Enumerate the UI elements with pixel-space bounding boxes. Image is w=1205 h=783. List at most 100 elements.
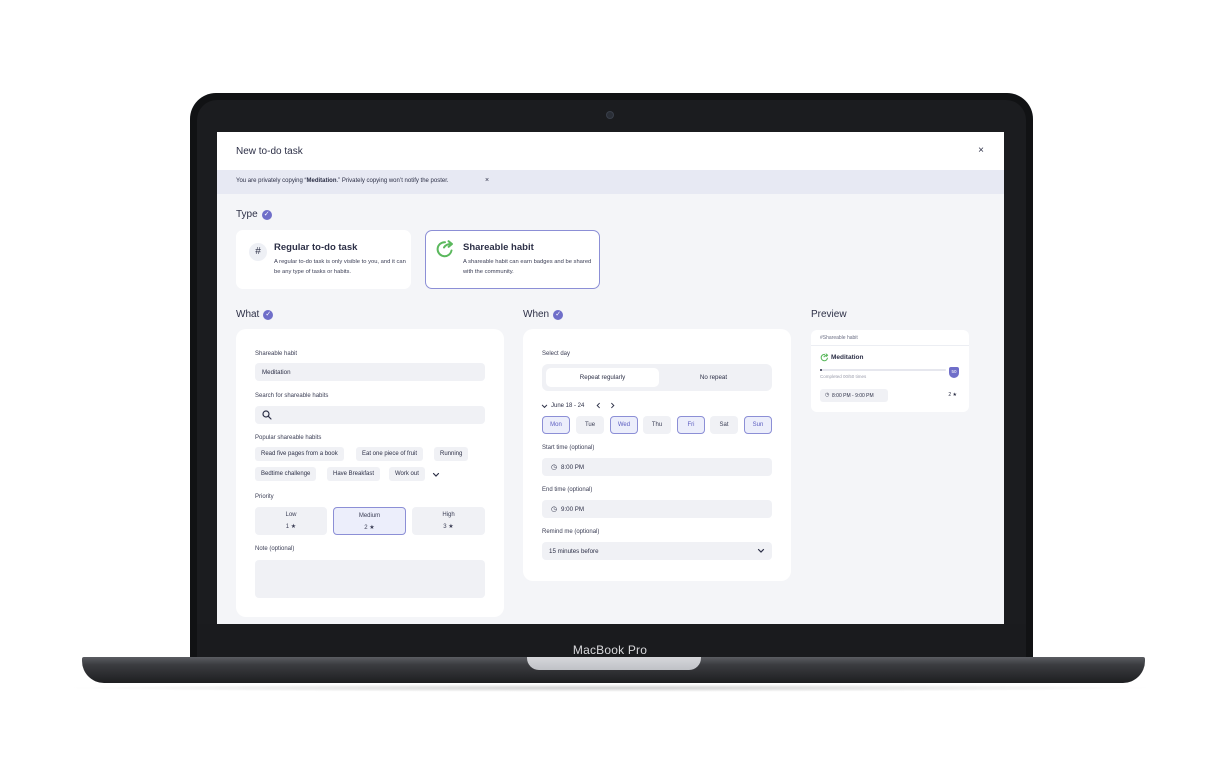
priority-label-text: High [442,512,455,518]
priority-low[interactable]: Low 1 ★ [255,507,327,535]
what-label-text: What [236,309,260,320]
clock-icon: ◷ [551,506,558,513]
note-label: Note (optional) [255,546,295,552]
repeat-regularly-option[interactable]: Repeat regularly [546,368,659,387]
no-repeat-option[interactable]: No repeat [659,368,768,387]
note-textarea[interactable] [255,560,485,598]
select-day-label: Select day [542,351,571,357]
repeat-toggle: Repeat regularly No repeat [542,364,772,391]
what-panel: Shareable habit Meditation Search for sh… [236,329,504,617]
badge-icon: 50 [949,367,959,378]
type-option-description: A regular to-do task is only visible to … [274,259,406,275]
popular-habit-chip[interactable]: Bedtime challenge [255,467,317,481]
type-option-shareable[interactable]: Shareable habit A shareable habit can ea… [425,230,600,289]
when-label-text: When [523,309,550,320]
priority-high[interactable]: High 3 ★ [412,507,485,535]
notice-suffix: .” Privately copying won’t notify the po… [336,178,449,184]
hash-icon: # [249,243,267,261]
habit-name-value: Meditation [262,369,291,376]
chevron-down-icon[interactable] [432,471,440,479]
notice-prefix: You are privately copying “ [236,178,307,184]
chevron-down-icon[interactable] [541,403,548,410]
start-time-label: Start time (optional) [542,445,595,451]
share-arrow-icon [436,240,453,258]
end-time-field[interactable]: ◷ 9:00 PM [542,500,772,518]
laptop-shadow [60,684,1160,692]
preview-card: #Shareable habit Meditation Completed 00… [811,330,969,412]
badge-value: 50 [951,369,957,374]
chevron-left-icon[interactable] [595,402,602,409]
search-label: Search for shareable habits [255,393,329,399]
start-time-value: 8:00 PM [561,464,585,471]
search-icon [262,410,272,420]
priority-stars: 1 ★ [285,524,297,530]
screen: New to-do task × You are privately copyi… [217,132,1004,624]
type-section-label: Type ✓ [236,209,272,220]
preview-tag: #Shareable habit [820,335,858,341]
camera-icon [607,112,613,118]
progress-fill [820,369,822,371]
priority-label: Priority [255,494,274,500]
habit-field-label: Shareable habit [255,351,298,357]
close-icon[interactable]: × [978,145,984,156]
divider [811,345,969,346]
dialog-header: New to-do task × [217,132,1004,170]
day-tue[interactable]: Tue [576,416,604,434]
share-arrow-icon [820,353,829,362]
copy-notice-banner: You are privately copying “Meditation.” … [217,170,1004,194]
day-sat[interactable]: Sat [710,416,738,434]
day-thu[interactable]: Thu [643,416,671,434]
notice-habit-name: Meditation [306,178,337,184]
device-brand-label: MacBook Pro [572,643,648,657]
when-section-label: When ✓ [523,309,564,320]
end-time-label: End time (optional) [542,487,593,493]
progress-text: Completed 00/50 times [820,374,867,379]
notice-text: You are privately copying “Meditation.” … [236,178,449,184]
progress-track [820,369,946,371]
notice-close-icon[interactable]: × [485,177,489,184]
dialog-title: New to-do task [236,146,303,157]
check-icon: ✓ [553,310,564,320]
habit-name-field[interactable]: Meditation [255,363,485,381]
type-option-title: Shareable habit [463,242,534,253]
priority-label-text: Medium [358,513,381,519]
clock-icon: ◷ [825,392,830,398]
preview-stars: 2 ★ [948,392,957,398]
remind-label: Remind me (optional) [542,529,600,535]
priority-medium[interactable]: Medium 2 ★ [333,507,406,535]
clock-icon: ◷ [551,464,558,471]
laptop-base-notch [527,657,701,670]
preview-time-chip: ◷ 8:00 PM - 9:00 PM [820,389,888,402]
priority-stars: 2 ★ [364,525,375,531]
popular-habit-chip[interactable]: Eat one piece of fruit [356,447,424,461]
popular-habit-chip[interactable]: Running [434,447,469,461]
day-mon[interactable]: Mon [542,416,570,434]
type-option-description: A shareable habit can earn badges and be… [463,259,592,275]
what-section-label: What ✓ [236,309,274,320]
popular-label: Popular shareable habits [255,435,322,441]
preview-section-label: Preview [811,309,847,320]
preview-habit-name: Meditation [831,354,864,361]
chevron-right-icon[interactable] [609,402,616,409]
type-option-regular[interactable]: # Regular to-do task A regular to-do tas… [236,230,411,289]
day-fri[interactable]: Fri [677,416,705,434]
type-option-title: Regular to-do task [274,242,358,253]
start-time-field[interactable]: ◷ 8:00 PM [542,458,772,476]
type-label-text: Type [236,209,258,220]
week-range: June 18 - 24 [551,403,585,409]
search-input[interactable] [255,406,485,424]
remind-select[interactable]: 15 minutes before [542,542,772,560]
priority-stars: 3 ★ [443,524,454,530]
day-sun[interactable]: Sun [744,416,772,434]
remind-value: 15 minutes before [549,548,599,555]
check-icon: ✓ [261,210,272,220]
popular-habit-chip[interactable]: Have Breakfast [327,467,381,481]
end-time-value: 9:00 PM [561,506,585,513]
popular-habit-chip[interactable]: Work out [389,467,425,481]
priority-label-text: Low [285,512,297,518]
day-wed[interactable]: Wed [610,416,638,434]
popular-habit-chip[interactable]: Read five pages from a book [255,447,344,461]
chevron-down-icon [757,548,765,553]
preview-time-range: 8:00 PM - 9:00 PM [832,393,874,399]
check-icon: ✓ [263,310,274,320]
